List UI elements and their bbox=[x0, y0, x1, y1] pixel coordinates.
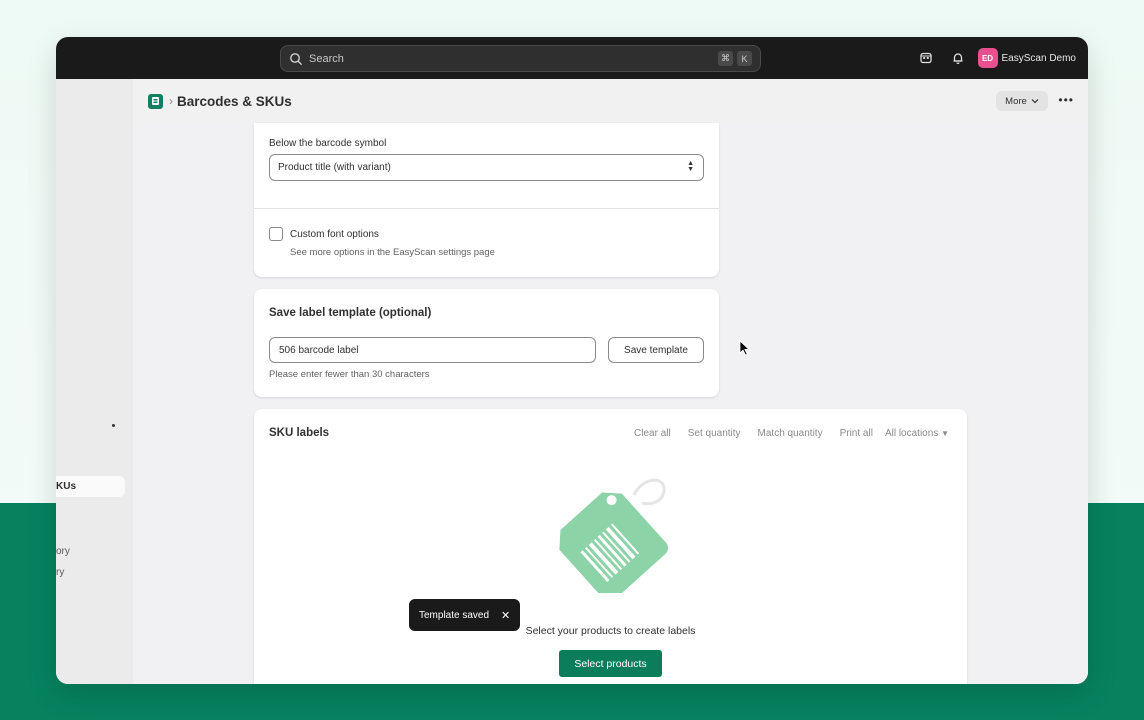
sku-labels-title: SKU labels bbox=[269, 427, 330, 439]
search-icon bbox=[289, 52, 303, 66]
toast-notification: Template saved ✕ bbox=[409, 599, 520, 631]
app-window: Search ⌘ K ED EasyScan Demo KUs ory ry ›… bbox=[56, 37, 1088, 684]
locations-label: All locations bbox=[884, 428, 939, 439]
set-quantity-link[interactable]: Set quantity bbox=[688, 428, 741, 439]
barcode-text-card: Below the barcode symbol Product title (… bbox=[254, 123, 719, 277]
save-template-label: Save template bbox=[624, 344, 688, 356]
customer-view-icon[interactable] bbox=[914, 46, 938, 70]
app-icon[interactable] bbox=[148, 93, 163, 109]
select-products-label: Select products bbox=[574, 657, 647, 670]
shortcut-key-cmd: ⌘ bbox=[718, 51, 733, 66]
main-content: › Barcodes & SKUs More ••• Below the bar… bbox=[133, 79, 1088, 684]
custom-font-help: See more options in the EasyScan setting… bbox=[290, 247, 495, 258]
below-barcode-select[interactable]: Product title (with variant) ▲ ▼ bbox=[269, 154, 704, 181]
empty-state-text: Select your products to create labels bbox=[525, 625, 696, 637]
save-template-title: Save label template (optional) bbox=[269, 307, 432, 319]
sidebar-dot bbox=[112, 424, 115, 427]
more-label: More bbox=[1005, 95, 1027, 107]
custom-font-label: Custom font options bbox=[290, 229, 379, 240]
sidebar-item-label: KUs bbox=[56, 481, 77, 492]
more-dots-icon[interactable]: ••• bbox=[1058, 93, 1074, 107]
sidebar-item[interactable]: ory bbox=[56, 546, 70, 557]
select-caret-icon: ▲ ▼ bbox=[687, 160, 694, 173]
caret-down-icon: ▼ bbox=[941, 429, 949, 438]
store-switcher[interactable]: ED EasyScan Demo bbox=[977, 48, 1076, 68]
sidebar-item-active[interactable]: KUs bbox=[56, 476, 125, 497]
custom-font-checkbox[interactable] bbox=[269, 227, 283, 241]
chevron-down-icon bbox=[1031, 99, 1039, 104]
match-quantity-link[interactable]: Match quantity bbox=[758, 428, 823, 439]
clear-all-link[interactable]: Clear all bbox=[634, 428, 671, 439]
bell-icon[interactable] bbox=[946, 46, 970, 70]
tag-illustration bbox=[550, 473, 674, 602]
sku-labels-card: SKU labels Clear all Set quantity Match … bbox=[254, 409, 967, 684]
save-template-card: Save label template (optional) 506 barco… bbox=[254, 289, 719, 397]
breadcrumb-chevron-icon: › bbox=[169, 94, 173, 108]
top-bar-actions: ED EasyScan Demo bbox=[914, 46, 1076, 70]
template-help-text: Please enter fewer than 30 characters bbox=[269, 369, 430, 380]
divider bbox=[254, 208, 719, 209]
store-badge: ED bbox=[977, 48, 998, 68]
page-header: › Barcodes & SKUs More ••• bbox=[133, 79, 1088, 123]
sidebar: KUs ory ry bbox=[56, 79, 133, 684]
sku-actions: Clear all Set quantity Match quantity Pr… bbox=[634, 428, 949, 439]
mouse-cursor bbox=[739, 340, 751, 361]
toast-message: Template saved bbox=[419, 609, 490, 621]
save-template-button[interactable]: Save template bbox=[608, 337, 704, 363]
below-barcode-label: Below the barcode symbol bbox=[269, 138, 387, 149]
below-barcode-value: Product title (with variant) bbox=[278, 162, 391, 173]
page-title: Barcodes & SKUs bbox=[177, 93, 292, 109]
shortcut-key-k: K bbox=[737, 51, 752, 66]
template-name-value: 506 barcode label bbox=[279, 345, 359, 356]
locations-dropdown[interactable]: All locations ▼ bbox=[885, 428, 949, 439]
select-products-button[interactable]: Select products bbox=[559, 650, 662, 677]
template-name-input[interactable]: 506 barcode label bbox=[269, 337, 596, 363]
more-actions-button[interactable]: More bbox=[996, 91, 1048, 111]
store-name: EasyScan Demo bbox=[1001, 52, 1076, 64]
print-all-link[interactable]: Print all bbox=[840, 428, 873, 439]
search-bar[interactable]: Search ⌘ K bbox=[280, 45, 761, 72]
top-bar: Search ⌘ K ED EasyScan Demo bbox=[56, 37, 1088, 79]
close-icon[interactable]: ✕ bbox=[501, 609, 510, 622]
sidebar-item[interactable]: ry bbox=[56, 567, 64, 578]
search-placeholder: Search bbox=[309, 52, 344, 65]
